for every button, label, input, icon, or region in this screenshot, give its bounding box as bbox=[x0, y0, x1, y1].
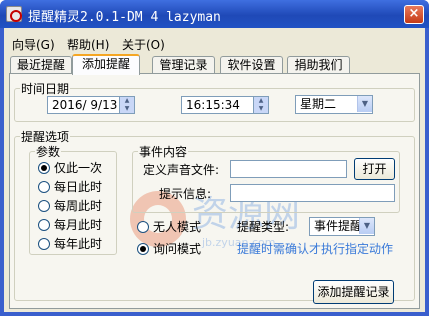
reminder-type-select[interactable]: 事件提醒 ▼ bbox=[309, 217, 375, 236]
tab-add-reminder[interactable]: 添加提醒 bbox=[72, 54, 140, 75]
event-content-group: 事件内容 定义声音文件: 打开 提示信息: bbox=[132, 143, 400, 213]
reminder-type-label: 提醒类型: bbox=[237, 220, 290, 234]
menu-about[interactable]: 关于(O) bbox=[122, 36, 165, 53]
chevron-down-icon[interactable]: ▼ bbox=[359, 218, 374, 234]
sound-file-input[interactable] bbox=[230, 160, 347, 178]
add-reminder-panel: 资源网 jb.zyuan.com 时间日期 2016/ 9/13 ▲ ▼ 16:1… bbox=[9, 73, 420, 309]
date-spinner[interactable]: ▲ ▼ bbox=[119, 97, 134, 113]
radio-yearly-label: 每年此时 bbox=[54, 237, 103, 251]
reminder-hint-text: 提醒时需确认才执行指定动作 bbox=[237, 242, 394, 256]
tab-recent[interactable]: 最近提醒 bbox=[10, 56, 72, 74]
time-date-legend: 时间日期 bbox=[20, 80, 71, 97]
radio-yearly-circle[interactable] bbox=[38, 238, 50, 250]
app-icon bbox=[6, 6, 22, 22]
prompt-info-label: 提示信息: bbox=[159, 187, 212, 201]
time-date-group: 时间日期 2016/ 9/13 ▲ ▼ 16:15:34 ▲ ▼ 星期二 ▼ bbox=[14, 80, 415, 122]
radio-ask-circle[interactable] bbox=[137, 243, 149, 255]
radio-daily-label: 每日此时 bbox=[54, 180, 103, 194]
app-window: 提醒精灵2.0.1-DM 4 lazyman × 向导(G) 帮助(H) 关于(… bbox=[0, 0, 429, 316]
open-file-button[interactable]: 打开 bbox=[354, 158, 395, 180]
radio-daily-circle[interactable] bbox=[38, 181, 50, 193]
weekday-select[interactable]: 星期二 ▼ bbox=[295, 95, 373, 114]
radio-ask-label: 询问模式 bbox=[153, 242, 202, 256]
sound-file-label: 定义声音文件: bbox=[143, 163, 220, 177]
radio-once-label: 仅此一次 bbox=[54, 161, 103, 175]
params-group: 参数 仅此一次 每日此时 每周此时 每月此时 每年此时 bbox=[29, 143, 117, 255]
event-content-legend: 事件内容 bbox=[138, 143, 189, 160]
title-bar[interactable]: 提醒精灵2.0.1-DM 4 lazyman × bbox=[0, 0, 429, 28]
radio-weekly-circle[interactable] bbox=[38, 200, 50, 212]
date-value: 2016/ 9/13 bbox=[52, 98, 118, 112]
date-picker[interactable]: 2016/ 9/13 ▲ ▼ bbox=[47, 96, 135, 114]
time-value: 16:15:34 bbox=[186, 98, 240, 112]
radio-once-circle[interactable] bbox=[38, 162, 50, 174]
menu-help[interactable]: 帮助(H) bbox=[67, 36, 109, 53]
time-picker[interactable]: 16:15:34 ▲ ▼ bbox=[181, 96, 269, 114]
add-reminder-record-button[interactable]: 添加提醒记录 bbox=[313, 280, 394, 304]
reminder-options-group: 提醒选项 参数 仅此一次 每日此时 每周此时 每月此时 每年此时 事件内容 定义… bbox=[14, 128, 415, 301]
weekday-value: 星期二 bbox=[300, 97, 337, 111]
radio-weekly-label: 每周此时 bbox=[54, 199, 103, 213]
tab-donate[interactable]: 捐助我们 bbox=[287, 56, 350, 74]
chevron-down-icon[interactable]: ▼ bbox=[357, 96, 372, 112]
tab-manage[interactable]: 管理记录 bbox=[152, 56, 215, 74]
prompt-info-input[interactable] bbox=[230, 184, 395, 202]
tab-settings[interactable]: 软件设置 bbox=[220, 56, 283, 74]
window-title: 提醒精灵2.0.1-DM 4 lazyman bbox=[28, 10, 221, 25]
radio-unattended-circle[interactable] bbox=[137, 221, 149, 233]
time-spinner[interactable]: ▲ ▼ bbox=[253, 97, 268, 113]
menu-wizard[interactable]: 向导(G) bbox=[12, 36, 55, 53]
close-button[interactable]: × bbox=[404, 5, 424, 24]
params-legend: 参数 bbox=[35, 143, 62, 160]
radio-monthly-label: 每月此时 bbox=[54, 218, 103, 232]
reminder-type-value: 事件提醒 bbox=[314, 219, 363, 233]
radio-monthly-circle[interactable] bbox=[38, 219, 50, 231]
radio-unattended-label: 无人模式 bbox=[153, 220, 202, 234]
client-area: 向导(G) 帮助(H) 关于(O) 最近提醒 添加提醒 管理记录 软件设置 捐助… bbox=[4, 28, 425, 312]
